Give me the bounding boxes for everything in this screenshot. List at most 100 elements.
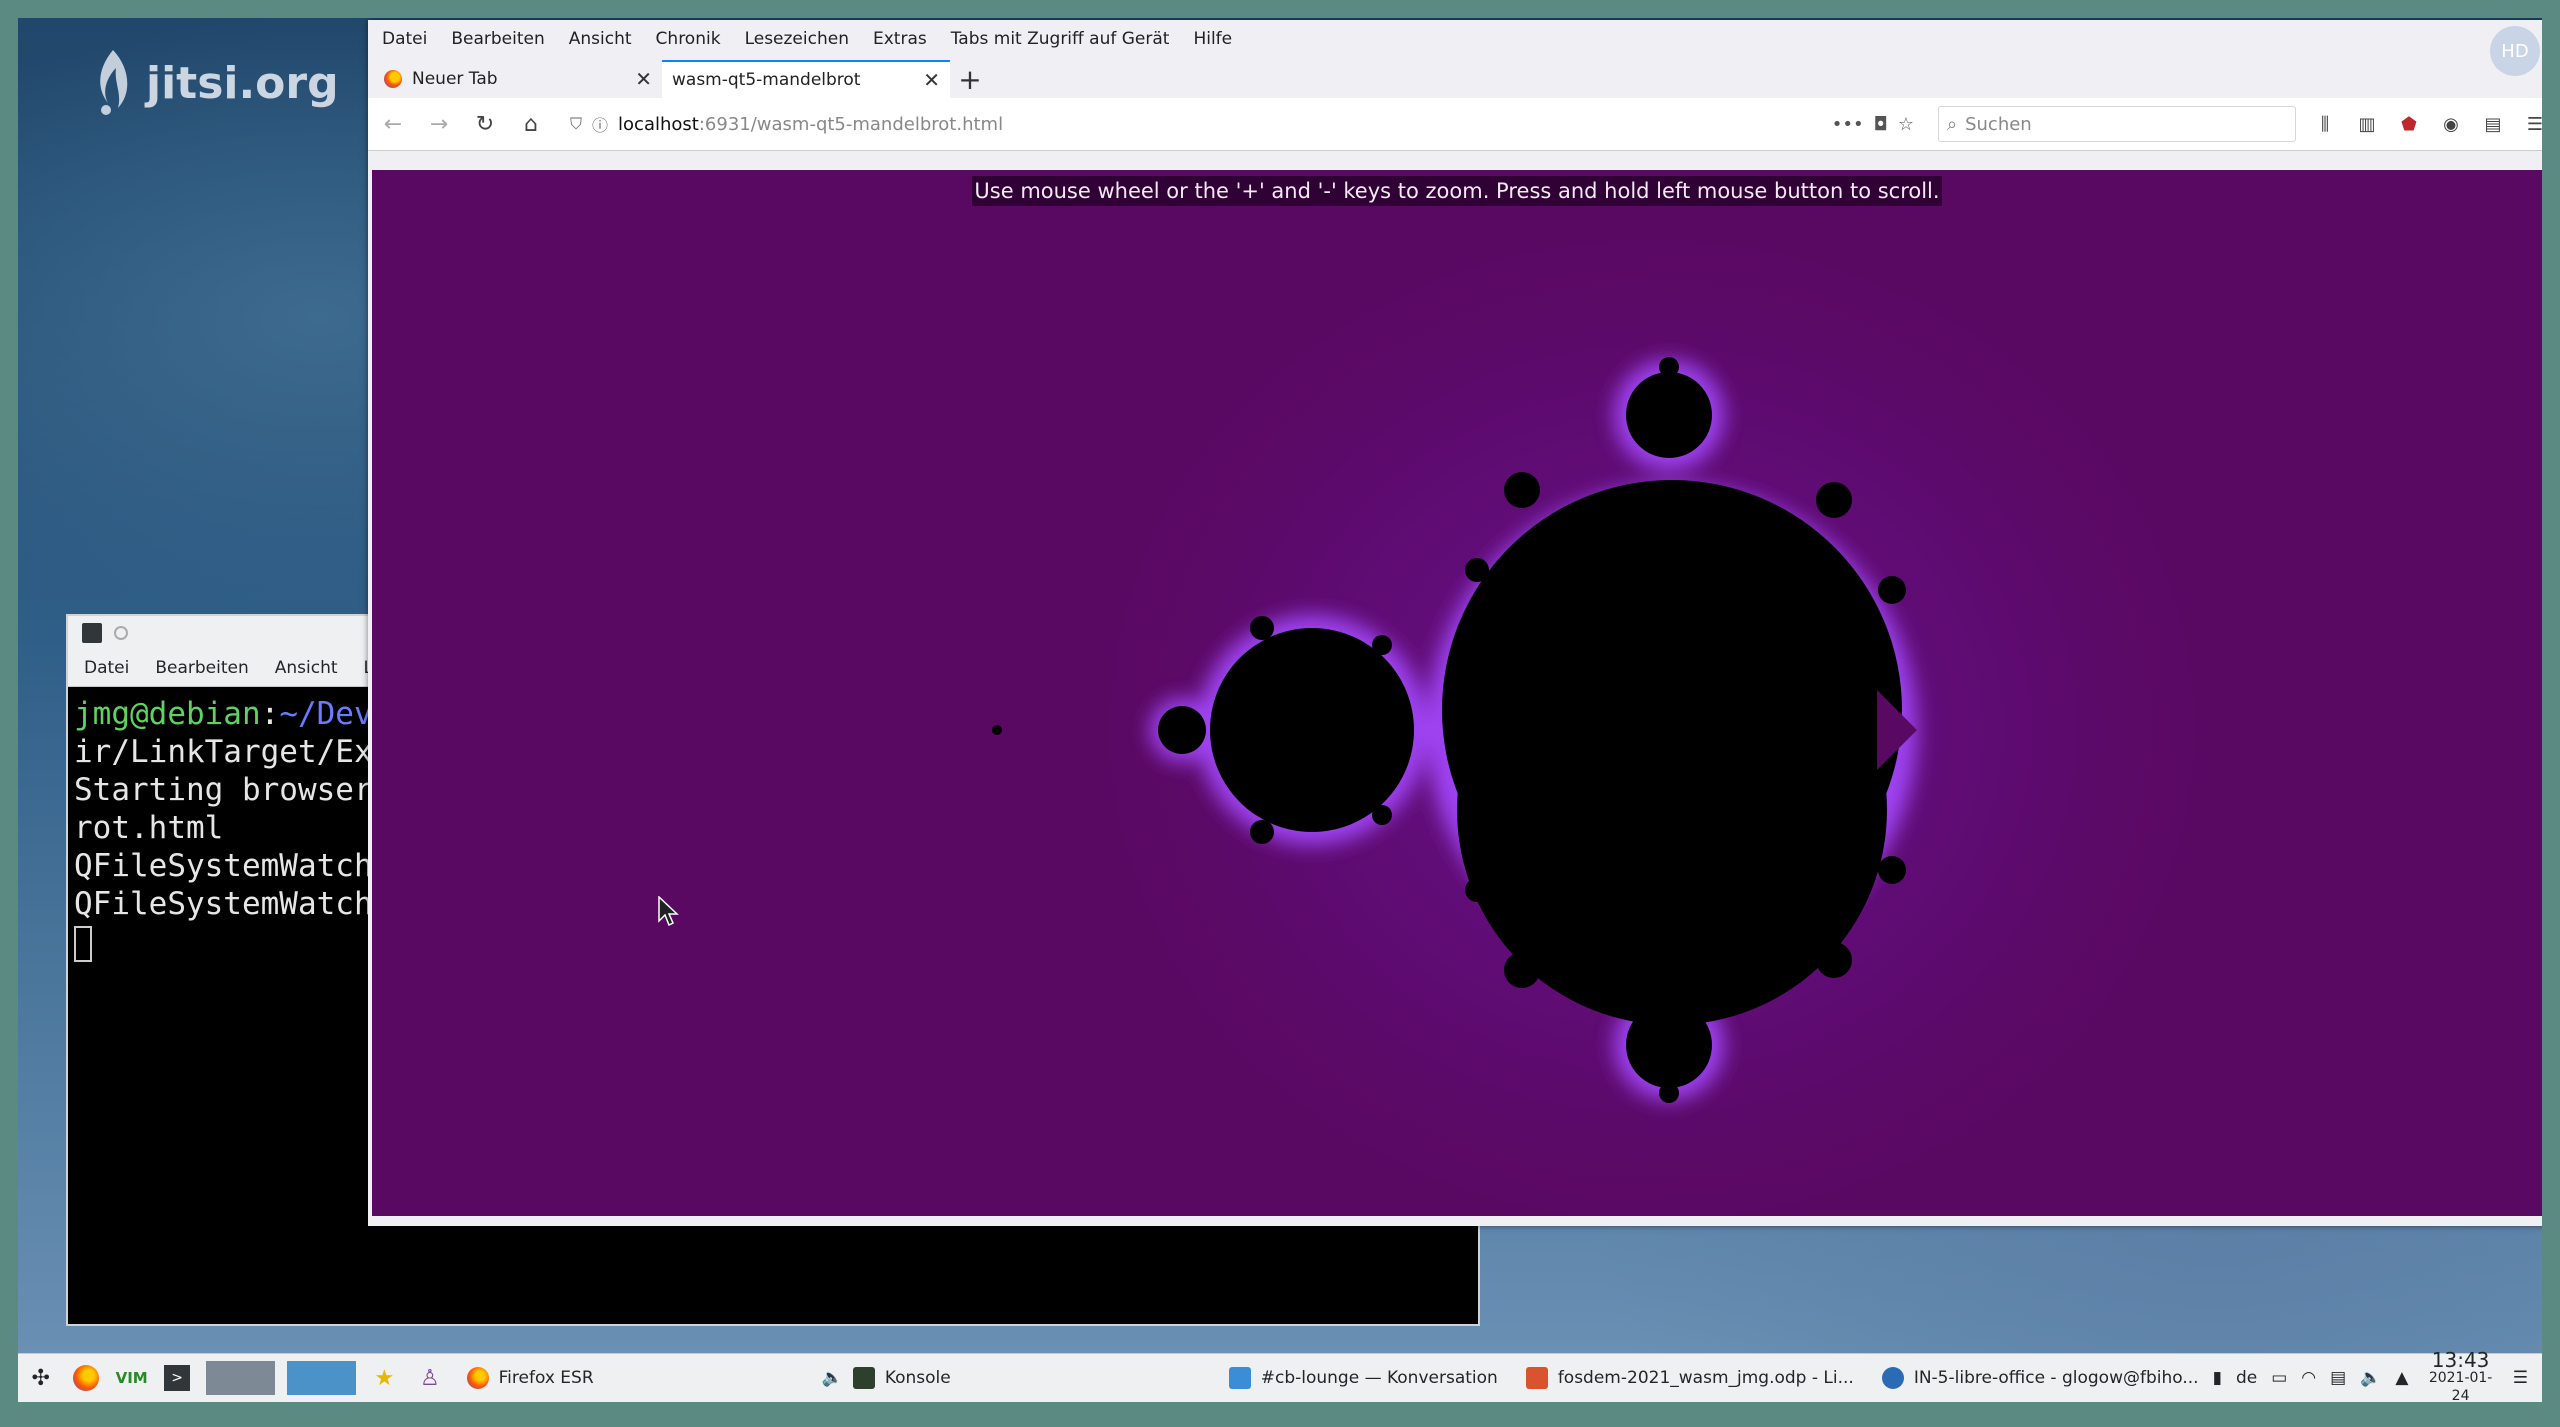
terminal-line: QFileSystemWatch bbox=[74, 886, 373, 922]
keyboard-layout[interactable]: de bbox=[2236, 1368, 2257, 1388]
bookmark-star-icon[interactable]: ☆ bbox=[1898, 114, 1914, 135]
monitor-icon[interactable]: ▭ bbox=[2271, 1368, 2287, 1388]
home-icon[interactable]: ⌂ bbox=[516, 109, 546, 139]
zoom-hint-overlay: Use mouse wheel or the '+' and '-' keys … bbox=[972, 176, 1942, 206]
menu-datei[interactable]: Datei bbox=[382, 29, 427, 49]
jitsi-logo-text: jitsi.org bbox=[146, 57, 339, 109]
sidebar-icon[interactable]: ▥ bbox=[2354, 111, 2380, 137]
terminal-line: Starting browser bbox=[74, 772, 373, 808]
taskbar: ✣ VIM > ★ ♙ Firefox ESR 🔈 Konsole #cb-lo… bbox=[18, 1348, 2542, 1405]
firefox-launcher-icon[interactable] bbox=[69, 1361, 102, 1395]
back-arrow-icon[interactable]: ← bbox=[378, 109, 408, 139]
pin-icon[interactable] bbox=[114, 626, 128, 640]
menu-bearbeiten[interactable]: Bearbeiten bbox=[451, 29, 544, 49]
terminal-line: rot.html bbox=[74, 810, 224, 846]
wifi-icon[interactable]: ◠ bbox=[2301, 1368, 2316, 1388]
firefox-menubar: Datei Bearbeiten Ansicht Chronik Lesezei… bbox=[368, 20, 2542, 76]
system-tray: ▮ de ▭ ◠ ▤ 🔈 ▲ 13:43 2021-01-24 ☰ bbox=[2213, 1348, 2542, 1405]
menu-extras[interactable]: Extras bbox=[873, 29, 927, 49]
jitsi-logo-icon bbox=[100, 50, 128, 115]
usb-icon[interactable]: ▮ bbox=[2213, 1368, 2222, 1388]
close-icon[interactable]: ✕ bbox=[923, 68, 940, 92]
clipboard-icon[interactable]: ▤ bbox=[2330, 1368, 2346, 1388]
star-icon[interactable]: ★ bbox=[368, 1361, 401, 1395]
terminal-launcher-icon[interactable]: > bbox=[160, 1361, 193, 1395]
menu-chronik[interactable]: Chronik bbox=[656, 29, 721, 49]
clock-time: 13:43 bbox=[2431, 1348, 2490, 1372]
tab-title: Neuer Tab bbox=[412, 69, 498, 89]
impress-icon bbox=[1525, 1367, 1548, 1389]
url-text[interactable]: localhost:6931/wasm-qt5-mandelbrot.html bbox=[618, 114, 1822, 135]
url-path: :6931/wasm-qt5-mandelbrot.html bbox=[698, 113, 1004, 135]
application-launcher-icon[interactable]: ✣ bbox=[24, 1361, 57, 1395]
menu-ansicht[interactable]: Ansicht bbox=[569, 29, 632, 49]
navigation-toolbar: ← → ↻ ⌂ ⛉ ⓘ localhost:6931/wasm-qt5-mand… bbox=[368, 98, 2542, 151]
panel-menu-icon[interactable]: ☰ bbox=[2513, 1368, 2528, 1388]
reload-icon[interactable]: ↻ bbox=[470, 109, 500, 139]
shield-icon[interactable]: ⛉ bbox=[570, 114, 582, 134]
prompt-user: jmg@debian bbox=[74, 696, 261, 732]
konsole-task-icon bbox=[852, 1367, 875, 1389]
terminal-cursor bbox=[74, 925, 92, 962]
extension-icon[interactable]: ▤ bbox=[2480, 111, 2506, 137]
url-bar[interactable]: ⛉ ⓘ localhost:6931/wasm-qt5-mandelbrot.h… bbox=[562, 107, 1922, 141]
tab-neuer-tab[interactable]: Neuer Tab ✕ bbox=[374, 60, 662, 98]
firefox-window[interactable]: Datei Bearbeiten Ansicht Chronik Lesezei… bbox=[368, 20, 2542, 1226]
ublock-shield-icon[interactable]: ⬟ bbox=[2396, 111, 2422, 137]
tray-expand-icon[interactable]: ▲ bbox=[2395, 1368, 2408, 1388]
prompt-separator: : bbox=[260, 696, 280, 732]
hamburger-menu-icon[interactable]: ☰ bbox=[2522, 111, 2542, 137]
menu-hilfe[interactable]: Hilfe bbox=[1193, 29, 1232, 49]
konsole-menu-ansicht[interactable]: Ansicht bbox=[275, 658, 338, 678]
pager-desktop-1[interactable] bbox=[205, 1361, 275, 1395]
forward-arrow-icon[interactable]: → bbox=[424, 109, 454, 139]
task-label: Konsole bbox=[884, 1368, 951, 1388]
search-placeholder: Suchen bbox=[1965, 113, 2032, 135]
konsole-menu-bearbeiten[interactable]: Bearbeiten bbox=[155, 658, 248, 678]
account-icon[interactable]: ◉ bbox=[2438, 111, 2464, 137]
volume-icon[interactable]: 🔈 bbox=[2360, 1368, 2381, 1388]
vim-launcher-icon[interactable]: VIM bbox=[115, 1361, 148, 1395]
tab-mandelbrot[interactable]: wasm-qt5-mandelbrot ✕ bbox=[662, 60, 950, 98]
info-icon[interactable]: ⓘ bbox=[592, 112, 608, 136]
url-host: localhost bbox=[618, 113, 699, 135]
tab-strip: Neuer Tab ✕ wasm-qt5-mandelbrot ✕ + bbox=[368, 58, 2542, 98]
pager-desktop-2[interactable] bbox=[286, 1361, 356, 1395]
speaker-icon: 🔈 bbox=[821, 1368, 843, 1388]
account-avatar[interactable]: HD bbox=[2490, 26, 2540, 76]
task-label: IN-5-libre-office - glogow@fbiho... bbox=[1913, 1368, 2199, 1388]
clock[interactable]: 13:43 2021-01-24 bbox=[2422, 1348, 2498, 1405]
firefox-favicon-icon bbox=[384, 70, 402, 88]
konsole-menu-datei[interactable]: Datei bbox=[84, 658, 129, 678]
task-konsole[interactable]: 🔈 Konsole bbox=[808, 1355, 965, 1401]
terminal-line: QFileSystemWatch bbox=[74, 848, 373, 884]
task-label: fosdem-2021_wasm_jmg.odp - Li... bbox=[1557, 1368, 1854, 1388]
menu-lesezeichen[interactable]: Lesezeichen bbox=[745, 29, 849, 49]
new-tab-plus-icon[interactable]: + bbox=[950, 60, 990, 98]
task-libre-office-chat[interactable]: IN-5-libre-office - glogow@fbiho... bbox=[1868, 1355, 2213, 1401]
prompt-path: ~/Dev bbox=[279, 696, 373, 732]
search-icon: ⌕ bbox=[1947, 113, 1958, 135]
user-icon[interactable]: ♙ bbox=[413, 1361, 446, 1395]
task-firefox[interactable]: Firefox ESR bbox=[453, 1355, 608, 1401]
page-actions-icon[interactable]: ••• bbox=[1832, 114, 1864, 135]
task-label: Firefox ESR bbox=[498, 1368, 594, 1388]
github-icon bbox=[1881, 1367, 1904, 1389]
firefox-task-icon bbox=[466, 1367, 489, 1389]
clock-date: 2021-01-24 bbox=[2428, 1370, 2493, 1404]
terminal-line: ir/LinkTarget/Ex bbox=[74, 734, 373, 770]
desktop: jitsi.org Datei Bearbeiten Ansicht Le jm… bbox=[18, 18, 2542, 1393]
mandelbrot-fractal[interactable] bbox=[372, 170, 2542, 1216]
mandelbrot-canvas[interactable]: Use mouse wheel or the '+' and '-' keys … bbox=[372, 170, 2542, 1216]
library-icon[interactable]: ⫼ bbox=[2312, 111, 2338, 137]
task-konversation[interactable]: #cb-lounge — Konversation bbox=[1215, 1355, 1512, 1401]
task-label: #cb-lounge — Konversation bbox=[1260, 1368, 1498, 1388]
menu-tabs-mit-zugriff[interactable]: Tabs mit Zugriff auf Gerät bbox=[951, 29, 1170, 49]
task-impress[interactable]: fosdem-2021_wasm_jmg.odp - Li... bbox=[1512, 1355, 1868, 1401]
jitsi-watermark: jitsi.org bbox=[88, 48, 339, 118]
mouse-pointer-icon bbox=[658, 896, 679, 927]
pocket-icon[interactable]: ◘ bbox=[1874, 114, 1888, 135]
close-icon[interactable]: ✕ bbox=[635, 67, 652, 91]
search-input[interactable]: ⌕ Suchen bbox=[1938, 106, 2296, 142]
chat-icon bbox=[1228, 1367, 1251, 1389]
